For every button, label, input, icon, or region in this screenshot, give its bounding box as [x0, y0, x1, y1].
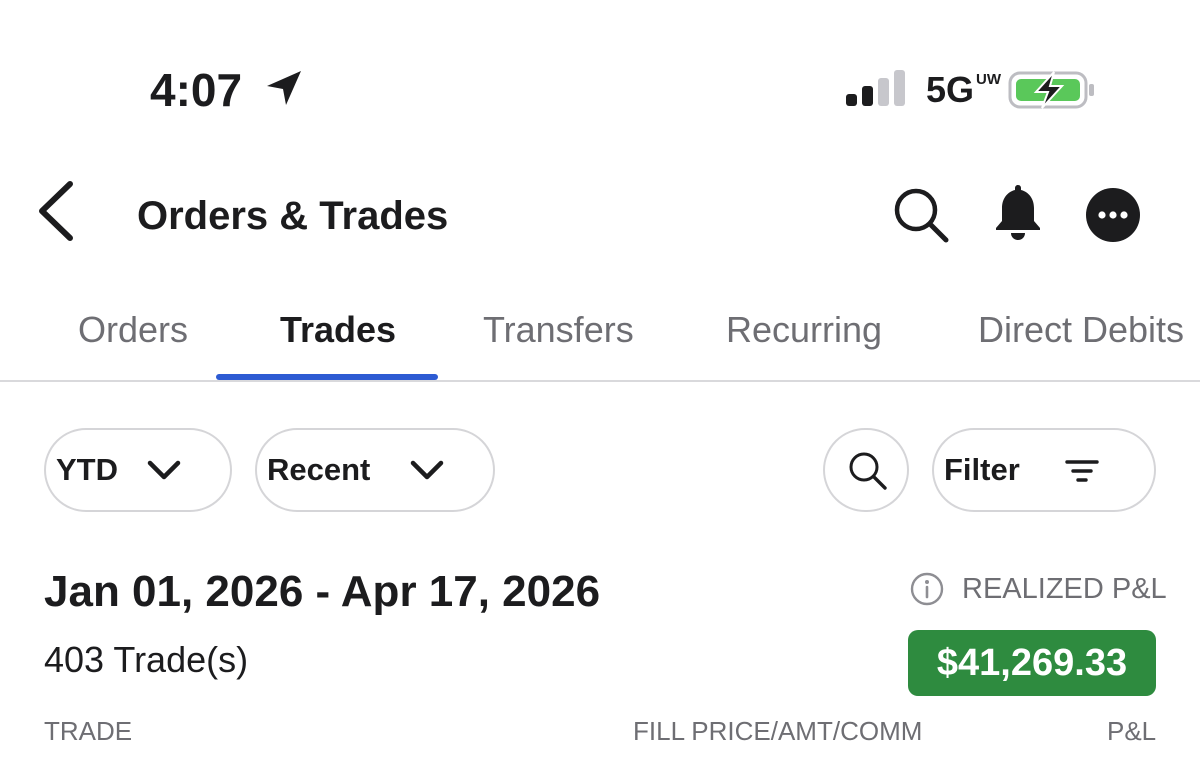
- more-icon: [1098, 211, 1128, 219]
- more-options-button[interactable]: [1086, 188, 1140, 242]
- info-icon[interactable]: [910, 572, 944, 606]
- period-dropdown-label: YTD: [56, 452, 118, 487]
- sort-dropdown-label: Recent: [267, 452, 371, 487]
- filter-button[interactable]: Filter: [932, 428, 1156, 512]
- bell-icon[interactable]: [992, 183, 1044, 241]
- chevron-down-icon: [147, 460, 181, 480]
- date-range: Jan 01, 2026 - Apr 17, 2026: [44, 567, 601, 616]
- page-title: Orders & Trades: [137, 194, 449, 238]
- period-dropdown[interactable]: YTD: [44, 428, 232, 512]
- tab-transfers[interactable]: Transfers: [483, 306, 634, 354]
- search-trades-button[interactable]: [823, 428, 909, 512]
- filter-button-label: Filter: [944, 452, 1020, 487]
- status-time: 4:07: [150, 64, 243, 116]
- column-header-trade: TRADE: [44, 716, 133, 746]
- realized-pnl-label: REALIZED P&L: [962, 573, 1167, 605]
- column-header-fill: FILL PRICE/AMT/COMM: [633, 716, 923, 746]
- realized-pnl-badge: $41,269.33: [908, 630, 1156, 696]
- location-arrow-icon: [267, 71, 301, 105]
- tab-recurring[interactable]: Recurring: [726, 306, 882, 354]
- back-chevron-icon[interactable]: [34, 180, 78, 242]
- column-header-pnl: P&L: [1107, 716, 1157, 746]
- tab-orders[interactable]: Orders: [78, 306, 188, 354]
- sort-dropdown[interactable]: Recent: [255, 428, 495, 512]
- search-icon[interactable]: [892, 186, 950, 244]
- network-type-suffix: UW: [976, 71, 1001, 88]
- search-icon: [849, 452, 887, 490]
- tabs-divider: [0, 380, 1200, 382]
- tab-trades[interactable]: Trades: [280, 306, 396, 354]
- tab-direct-debits[interactable]: Direct Debits: [978, 306, 1184, 354]
- network-type: 5G: [926, 69, 975, 110]
- battery-charging-icon: [1008, 71, 1094, 109]
- signal-bars-icon: [846, 70, 905, 106]
- trade-count: 403 Trade(s): [44, 639, 249, 680]
- filter-lines-icon: [1065, 460, 1099, 482]
- realized-pnl-value: $41,269.33: [936, 642, 1128, 684]
- chevron-down-icon: [410, 460, 444, 480]
